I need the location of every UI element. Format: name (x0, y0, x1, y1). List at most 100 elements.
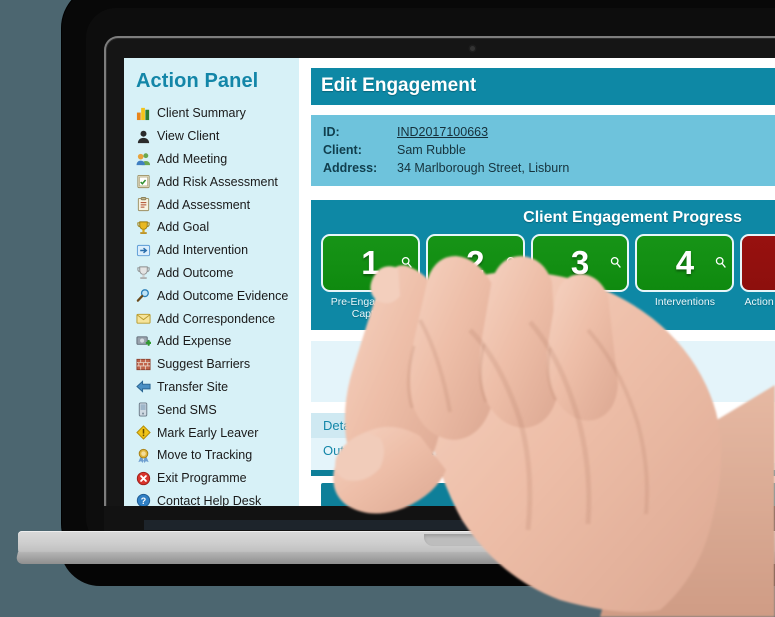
sidebar-item-mark-early-leaver[interactable]: Mark Early Leaver (136, 421, 299, 444)
envelope-icon (136, 311, 151, 326)
tab-bar-gap (311, 463, 775, 470)
tab-bar: Details Referrals Goals Meetings Logs Ou… (311, 413, 775, 476)
sidebar-item-add-meeting[interactable]: Add Meeting (136, 148, 299, 171)
progress-tiles: 1 Pre-Engagement Capture 2 Discovery Ses… (321, 234, 775, 320)
sidebar-item-label: Add Meeting (157, 151, 228, 166)
progress-tile-button[interactable]: 3 (530, 234, 630, 292)
users-icon (136, 151, 151, 166)
sidebar-item-label: Suggest Barriers (157, 357, 251, 372)
sidebar-item-label: Send SMS (157, 402, 217, 417)
tab-logs[interactable]: Logs (594, 413, 647, 438)
info-value-address: 34 Marlborough Street, Lisburn (397, 161, 570, 175)
page-title: Action Panel (136, 70, 259, 92)
sidebar-item-send-sms[interactable]: Send SMS (136, 398, 299, 421)
sidebar-item-add-expense[interactable]: Add Expense (136, 330, 299, 353)
tab-goals[interactable]: Goals (455, 413, 514, 438)
sidebar-item-label: Add Intervention (157, 243, 249, 258)
sidebar-item-add-risk-assessment[interactable]: Add Risk Assessment (136, 170, 299, 193)
trophy-gold-icon (136, 220, 151, 235)
tab-bar-underline (311, 470, 775, 476)
laptop-base-lip (15, 552, 775, 564)
progress-tile-button[interactable]: 1 (321, 234, 420, 292)
clipboard-icon (136, 197, 151, 212)
sidebar-item-label: Add Outcome (157, 265, 234, 280)
progress-step-2: 2 Discovery Session (425, 234, 525, 320)
svg-text:?: ? (141, 496, 146, 506)
arrow-box-icon (136, 243, 151, 258)
sidebar-item-label: Transfer Site (157, 379, 229, 394)
info-label-id: ID: (323, 125, 340, 139)
left-arrow-icon (136, 379, 151, 394)
progress-tile-button[interactable]: 5 (740, 234, 775, 292)
info-value-id: IND2017100663 (397, 123, 569, 141)
sidebar-item-view-client[interactable]: View Client (136, 125, 299, 148)
tile-number: 1 (361, 244, 380, 281)
sidebar-item-label: Add Goal (157, 220, 210, 235)
magnifier-icon[interactable] (400, 239, 413, 268)
tab-outcomes[interactable]: Outcomes (311, 438, 395, 463)
tile-number: 2 (466, 244, 485, 281)
progress-step-1: 1 Pre-Engagement Capture (321, 234, 420, 320)
tab-referrals[interactable]: Referrals (376, 413, 454, 438)
application-window: Action Panel Client Summary View Client … (124, 58, 775, 506)
tile-caption: Action Plan Review (744, 296, 775, 308)
engagement-meta-panel: Journey Advisor (311, 341, 775, 402)
sidebar-item-label: Exit Programme (157, 471, 247, 486)
sidebar-item-label: View Client (157, 129, 220, 144)
mobile-phone-icon (136, 402, 151, 417)
laptop-screen: Action Panel Client Summary View Client … (124, 58, 775, 506)
magnifier-icon (136, 288, 151, 303)
sidebar-item-move-to-tracking[interactable]: Move to Tracking (136, 444, 299, 467)
client-engagement-progress-panel: Client Engagement Progress 1 Pre-Engagem… (311, 200, 775, 330)
tile-caption: Discovery Session (432, 296, 519, 308)
action-panel-sidebar: Action Panel Client Summary View Client … (124, 58, 299, 506)
main-content: Edit Engagement ID: Client: Address: IND… (311, 58, 775, 506)
progress-panel-title: Client Engagement Progress (523, 209, 742, 226)
progress-step-3: 3 Action Plan (530, 234, 630, 320)
trophy-silver-icon (136, 265, 151, 280)
sidebar-item-exit-programme[interactable]: Exit Programme (136, 467, 299, 490)
info-value-client: Sam Rubble (397, 143, 466, 157)
sidebar-item-add-correspondence[interactable]: Add Correspondence (136, 307, 299, 330)
progress-tile-button[interactable]: 2 (425, 234, 525, 292)
meta-row-journey: Journey (323, 350, 775, 371)
details-panel-header (321, 483, 775, 506)
screen-bottom-chin (104, 506, 775, 534)
client-id-link[interactable]: IND2017100663 (397, 125, 488, 139)
magnifier-icon[interactable] (714, 239, 727, 268)
sidebar-item-label: Add Expense (157, 334, 232, 349)
magnifier-icon[interactable] (505, 239, 518, 268)
meta-row-advisor: Advisor (323, 371, 775, 392)
tile-caption: Action Plan (553, 296, 607, 308)
money-plus-icon (136, 334, 152, 349)
sidebar-item-add-intervention[interactable]: Add Intervention (136, 239, 299, 262)
sidebar-item-add-goal[interactable]: Add Goal (136, 216, 299, 239)
info-label-client: Client: (323, 143, 362, 157)
magnifier-icon[interactable] (609, 239, 622, 268)
info-label-address: Address: (323, 161, 378, 175)
progress-step-4: 4 Interventions (635, 234, 735, 320)
clipboard-check-icon (136, 174, 151, 189)
sidebar-item-label: Add Assessment (157, 197, 251, 212)
sidebar-item-suggest-barriers[interactable]: Suggest Barriers (136, 353, 299, 376)
client-info-panel: ID: Client: Address: IND2017100663 Sam R… (311, 115, 775, 186)
red-x-icon (136, 471, 151, 486)
tab-details[interactable]: Details (311, 413, 375, 438)
progress-tile-button[interactable]: 4 (635, 234, 735, 292)
sidebar-item-transfer-site[interactable]: Transfer Site (136, 376, 299, 399)
warning-diamond-icon (136, 425, 151, 440)
sidebar-item-add-outcome[interactable]: Add Outcome (136, 262, 299, 285)
sidebar-item-client-summary[interactable]: Client Summary (136, 102, 299, 125)
chart-icon (136, 106, 151, 121)
tab-meetings[interactable]: Meetings (515, 413, 593, 438)
sidebar-item-add-outcome-evidence[interactable]: Add Outcome Evidence (136, 284, 299, 307)
sidebar-item-add-assessment[interactable]: Add Assessment (136, 193, 299, 216)
tile-number: 3 (570, 244, 590, 281)
question-help-icon: ? (136, 493, 151, 506)
tile-caption: Interventions (654, 296, 715, 308)
person-icon (136, 129, 151, 144)
sidebar-item-label: Move to Tracking (157, 448, 253, 463)
tab-risk-assessments[interactable]: Risk Assessments (396, 438, 526, 463)
sidebar-item-contact-help-desk[interactable]: ? Contact Help Desk (136, 490, 299, 506)
sidebar-item-label: Contact Help Desk (157, 493, 262, 506)
